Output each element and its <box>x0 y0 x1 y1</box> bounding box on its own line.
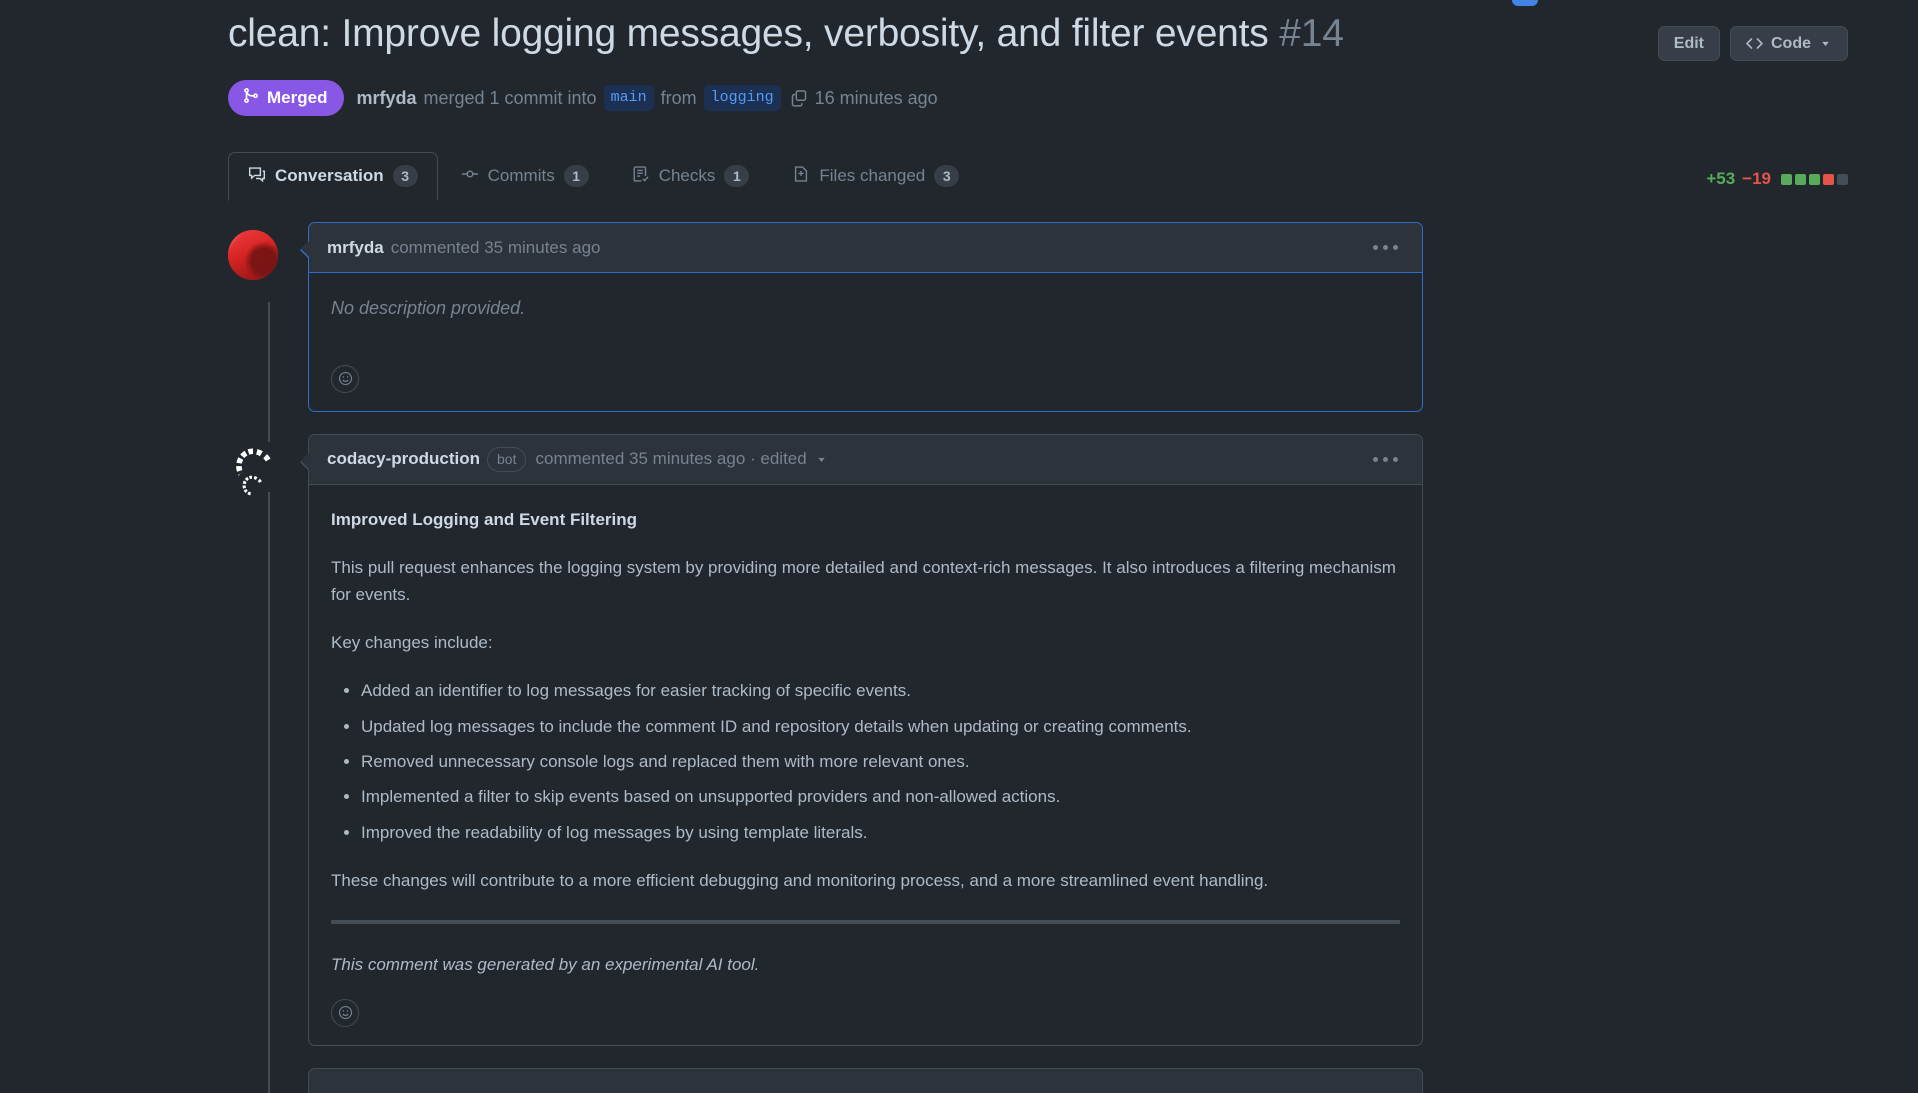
tab-commits-label: Commits <box>487 166 555 186</box>
comment-meta: commented 35 minutes ago <box>390 237 601 257</box>
edit-button-label: Edit <box>1673 35 1704 52</box>
avatar[interactable] <box>228 230 278 280</box>
diffstat-block <box>1795 173 1806 185</box>
comment-box-partial <box>308 1067 1423 1093</box>
diffstat[interactable]: +53 −19 <box>1706 169 1848 201</box>
status-badge-label: Merged <box>267 87 328 107</box>
add-reaction-button[interactable] <box>331 998 359 1027</box>
file-diff-icon <box>792 165 810 188</box>
from-text: from <box>660 87 697 108</box>
edit-button[interactable]: Edit <box>1657 26 1720 62</box>
list-item: Updated log messages to include the comm… <box>361 714 1400 740</box>
avatar-wrap <box>228 222 308 280</box>
pr-status-row: Merged mrfyda merged 1 commit into main … <box>228 80 1848 116</box>
tab-commits-count: 1 <box>563 165 589 188</box>
comment-box: mrfyda commented 35 minutes ago No descr… <box>300 222 1423 412</box>
avatar[interactable] <box>228 441 278 500</box>
comment-header: mrfyda commented 35 minutes ago <box>309 223 1422 273</box>
diffstat-block <box>1823 173 1834 185</box>
divider <box>331 920 1400 925</box>
merge-timestamp: 16 minutes ago <box>814 87 938 108</box>
pr-number: #14 <box>1279 12 1344 55</box>
bot-badge-icon <box>238 471 266 500</box>
diffstat-blocks <box>1781 173 1848 185</box>
page-title: clean: Improve logging messages, verbosi… <box>228 10 1344 58</box>
git-commit-icon <box>461 165 479 188</box>
comment-author[interactable]: mrfyda <box>327 238 384 258</box>
diffstat-deletions: −19 <box>1742 169 1771 188</box>
comment-meta: commented 35 minutes ago · edited <box>535 449 807 469</box>
tab-conversation[interactable]: Conversation 3 <box>228 151 438 201</box>
merge-author[interactable]: mrfyda <box>356 88 416 109</box>
list-item: Added an identifier to log messages for … <box>361 678 1400 704</box>
merge-action-text: merged 1 commit into <box>423 87 597 108</box>
diffstat-block <box>1809 173 1820 185</box>
timeline-item: mrfyda commented 35 minutes ago No descr… <box>228 222 1848 412</box>
pr-header: clean: Improve logging messages, verbosi… <box>228 10 1848 116</box>
git-merge-icon <box>242 87 259 109</box>
header-actions: Edit Code <box>1657 10 1848 62</box>
code-icon <box>1746 35 1763 52</box>
merge-description: mrfyda merged 1 commit into main from lo… <box>356 85 938 111</box>
comment-empty-description: No description provided. <box>331 298 526 318</box>
tab-checks[interactable]: Checks 1 <box>612 152 770 201</box>
diffstat-block <box>1781 173 1792 185</box>
comment-menu-button[interactable] <box>1367 453 1404 466</box>
comment-heading: Improved Logging and Event Filtering <box>331 509 638 529</box>
comment-paragraph-1: This pull request enhances the logging s… <box>331 558 1396 604</box>
tab-list: Conversation 3 Commits 1 Checks 1 Files … <box>228 151 979 201</box>
comment-body: Improved Logging and Event Filtering Thi… <box>309 485 1422 995</box>
checklist-icon <box>632 165 650 188</box>
edited-history-caret-icon[interactable] <box>815 453 828 466</box>
reaction-row <box>309 361 1422 411</box>
comment-discussion-icon <box>248 165 266 188</box>
copy-icon[interactable] <box>790 89 808 107</box>
diffstat-additions: +53 <box>1706 169 1736 188</box>
code-button-label: Code <box>1771 35 1811 52</box>
pull-request-page: clean: Improve logging messages, verbosi… <box>0 0 1918 1093</box>
list-item: Implemented a filter to skip events base… <box>361 784 1400 810</box>
tab-files-changed[interactable]: Files changed 3 <box>772 152 979 201</box>
timeline-item-partial <box>228 1067 1848 1093</box>
tab-conversation-label: Conversation <box>275 166 384 186</box>
conversation-timeline: mrfyda commented 35 minutes ago No descr… <box>228 222 1848 1093</box>
head-branch-chip[interactable]: logging <box>703 85 781 111</box>
comment-body: No description provided. <box>309 273 1422 361</box>
tab-conversation-count: 3 <box>392 165 418 188</box>
comment-menu-button[interactable] <box>1367 241 1404 254</box>
list-item: Removed unnecessary console logs and rep… <box>361 749 1400 775</box>
comment-signature: This comment was generated by an experim… <box>331 955 760 975</box>
timeline-item: codacy-production bot commented 35 minut… <box>228 433 1848 1046</box>
pr-title-text: clean: Improve logging messages, verbosi… <box>228 12 1269 55</box>
comment-paragraph-2: Key changes include: <box>331 632 493 652</box>
title-row: clean: Improve logging messages, verbosi… <box>228 10 1848 62</box>
tab-files-changed-count: 3 <box>934 165 960 188</box>
comment-author[interactable]: codacy-production <box>327 449 480 469</box>
avatar-wrap <box>228 434 308 500</box>
pr-tabbar: Conversation 3 Commits 1 Checks 1 Files … <box>228 151 1848 201</box>
code-button[interactable]: Code <box>1730 26 1848 62</box>
comment-header: codacy-production bot commented 35 minut… <box>309 434 1422 485</box>
tab-checks-label: Checks <box>658 166 716 186</box>
reaction-row <box>309 995 1422 1045</box>
base-branch-chip[interactable]: main <box>603 85 654 111</box>
top-blue-artifact <box>1512 0 1538 6</box>
comment-paragraph-3: These changes will contribute to a more … <box>331 870 1269 890</box>
add-reaction-button[interactable] <box>331 364 359 393</box>
tab-checks-count: 1 <box>724 165 750 188</box>
comment-bullet-list: Added an identifier to log messages for … <box>331 678 1400 846</box>
comment-box: codacy-production bot commented 35 minut… <box>300 433 1423 1046</box>
bot-tag: bot <box>487 446 527 472</box>
diffstat-block <box>1837 173 1848 185</box>
status-badge: Merged <box>228 80 345 116</box>
list-item: Improved the readability of log messages… <box>361 820 1400 846</box>
avatar-wrap <box>228 1068 308 1076</box>
tab-commits[interactable]: Commits 1 <box>441 152 609 201</box>
chevron-down-icon <box>1819 37 1832 50</box>
tab-files-changed-label: Files changed <box>819 166 926 186</box>
